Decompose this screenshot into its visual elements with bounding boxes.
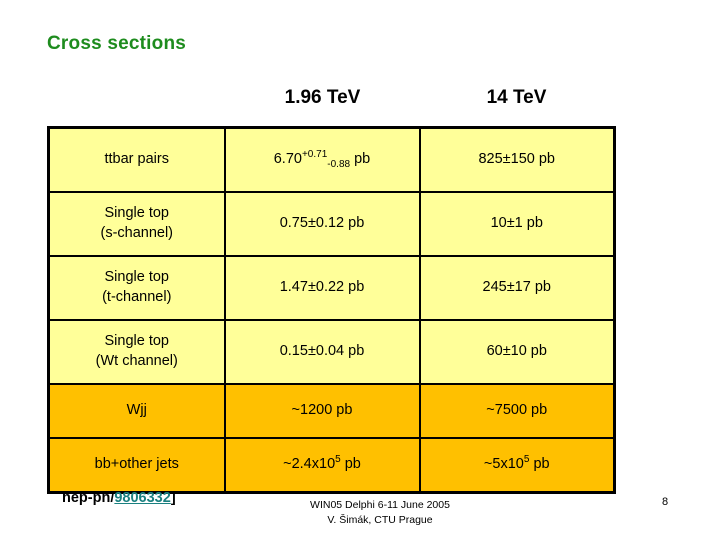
process-label-line1: Single top: [104, 269, 170, 286]
footer-line-author: V. Šimák, CTU Prague: [327, 514, 433, 527]
value-cell-1p96tev: 1.47±0.22 pb: [223, 255, 421, 321]
value-cell-14tev: 245±17 pb: [418, 255, 616, 321]
table-row: Single top (s-channel) 0.75±0.12 pb 10±1…: [47, 191, 616, 257]
table-row: bb+other jets ~2.4x105 pb ~5x105 pb: [47, 437, 616, 494]
table-row: Single top (t-channel) 1.47±0.22 pb 245±…: [47, 255, 616, 321]
table-row: Wjj ~1200 pb ~7500 pb: [47, 383, 616, 439]
table-row: Single top (Wt channel) 0.15±0.04 pb 60±…: [47, 319, 616, 385]
value-cell-1p96tev: 6.70+0.71-0.88 pb: [223, 126, 421, 193]
value-exponent: 5: [335, 454, 341, 466]
value-unit: pb: [344, 456, 361, 473]
process-label-cell: Single top (Wt channel): [47, 319, 226, 385]
value-cell-14tev: 825±150 pb: [418, 126, 616, 193]
process-label-cell: Single top (t-channel): [47, 255, 226, 321]
process-label-cell: bb+other jets: [47, 437, 226, 494]
value-cell-1p96tev: 0.15±0.04 pb: [223, 319, 421, 385]
value-base: ~2.4x10: [283, 456, 336, 473]
process-label-line2: (Wt channel): [95, 353, 178, 369]
cross-sections-table: ttbar pairs 6.70+0.71-0.88 pb 825±150 pb…: [47, 126, 616, 494]
process-label-cell: Single top (s-channel): [47, 191, 226, 257]
value-exponent: 5: [523, 454, 530, 466]
process-label-line1: ttbar pairs: [104, 151, 169, 168]
footer-conference-info: WIN05 Delphi 6-11 June 2005 V. Šimák, CT…: [230, 498, 530, 528]
process-label-line2: (s-channel): [100, 225, 174, 241]
column-header-1p96tev: 1.96 TeV: [284, 87, 361, 108]
value-superscript: +0.71: [301, 149, 328, 161]
value-cell-14tev: 60±10 pb: [418, 319, 616, 385]
process-label-cell: ttbar pairs: [47, 126, 226, 193]
reference-prefix: hep-ph/: [62, 490, 115, 506]
process-label-line1: Single top: [104, 333, 170, 350]
page-number: 8: [662, 496, 669, 508]
reference-suffix: ]: [170, 490, 176, 506]
page-title: Cross sections: [47, 33, 187, 54]
table-row: ttbar pairs 6.70+0.71-0.88 pb 825±150 pb: [47, 126, 616, 193]
process-label-line1: bb+other jets: [94, 456, 179, 473]
value-cell-14tev: ~5x105 pb: [418, 437, 616, 494]
value-subscript: -0.88: [327, 159, 351, 171]
process-label-line1: Single top: [104, 205, 170, 222]
process-label-line1: Wjj: [126, 402, 147, 419]
value-cell-1p96tev: 0.75±0.12 pb: [223, 191, 421, 257]
value-cell-14tev: ~7500 pb: [418, 383, 616, 439]
process-label-line2: (t-channel): [102, 289, 172, 305]
value-cell-1p96tev: ~2.4x105 pb: [223, 437, 421, 494]
value-cell-1p96tev: ~1200 pb: [223, 383, 421, 439]
footer-line-conference: WIN05 Delphi 6-11 June 2005: [310, 499, 450, 511]
column-header-14tev: 14 TeV: [486, 87, 547, 108]
value-base: 6.70: [273, 151, 302, 168]
reference-link[interactable]: 9806332: [114, 490, 170, 506]
value-base: ~5x10: [483, 456, 524, 473]
process-label-cell: Wjj: [47, 383, 226, 439]
reference-note: hep-ph/9806332]: [62, 490, 176, 506]
slide-canvas: Cross sections 1.96 TeV 14 TeV ttbar pai…: [0, 0, 720, 540]
value-unit: pb: [533, 456, 550, 473]
value-cell-14tev: 10±1 pb: [418, 191, 616, 257]
value-unit: pb: [354, 151, 371, 168]
